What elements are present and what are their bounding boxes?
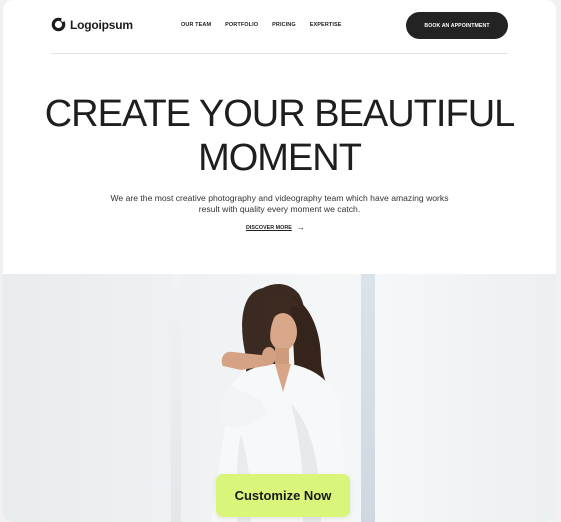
- photo-backdrop-wall: [375, 274, 556, 522]
- discover-more-label: DISCOVER MORE: [246, 225, 292, 231]
- logo-ring-icon: [51, 17, 66, 32]
- discover-more-link[interactable]: DISCOVER MORE →: [246, 224, 305, 232]
- logo[interactable]: Logoipsum: [51, 17, 133, 32]
- nav-item-our-team[interactable]: OUR TEAM: [181, 21, 211, 29]
- hero-headline-line2: MOMENT: [198, 137, 362, 179]
- book-appointment-button[interactable]: BOOK AN APPOINTMENT: [406, 12, 508, 39]
- nav-item-portfolio[interactable]: PORTFOLIO: [225, 21, 258, 29]
- page-card: Logoipsum OUR TEAM PORTFOLIO PRICING EXP…: [3, 0, 556, 522]
- arrow-right-icon: →: [296, 223, 305, 232]
- hero-headline-line1: CREATE YOUR BEAUTIFUL: [44, 93, 516, 135]
- hero-headline: CREATE YOUR BEAUTIFUL MOMENT: [3, 92, 556, 180]
- logo-text: Logoipsum: [70, 17, 133, 32]
- nav-item-pricing[interactable]: PRICING: [272, 21, 296, 29]
- main-nav: OUR TEAM PORTFOLIO PRICING EXPERTISE: [181, 21, 342, 29]
- customize-now-button[interactable]: Customize Now: [216, 474, 350, 517]
- header-divider: [51, 53, 508, 54]
- nav-item-expertise[interactable]: EXPERTISE: [310, 21, 342, 29]
- hero-subtext: We are the most creative photography and…: [110, 193, 449, 214]
